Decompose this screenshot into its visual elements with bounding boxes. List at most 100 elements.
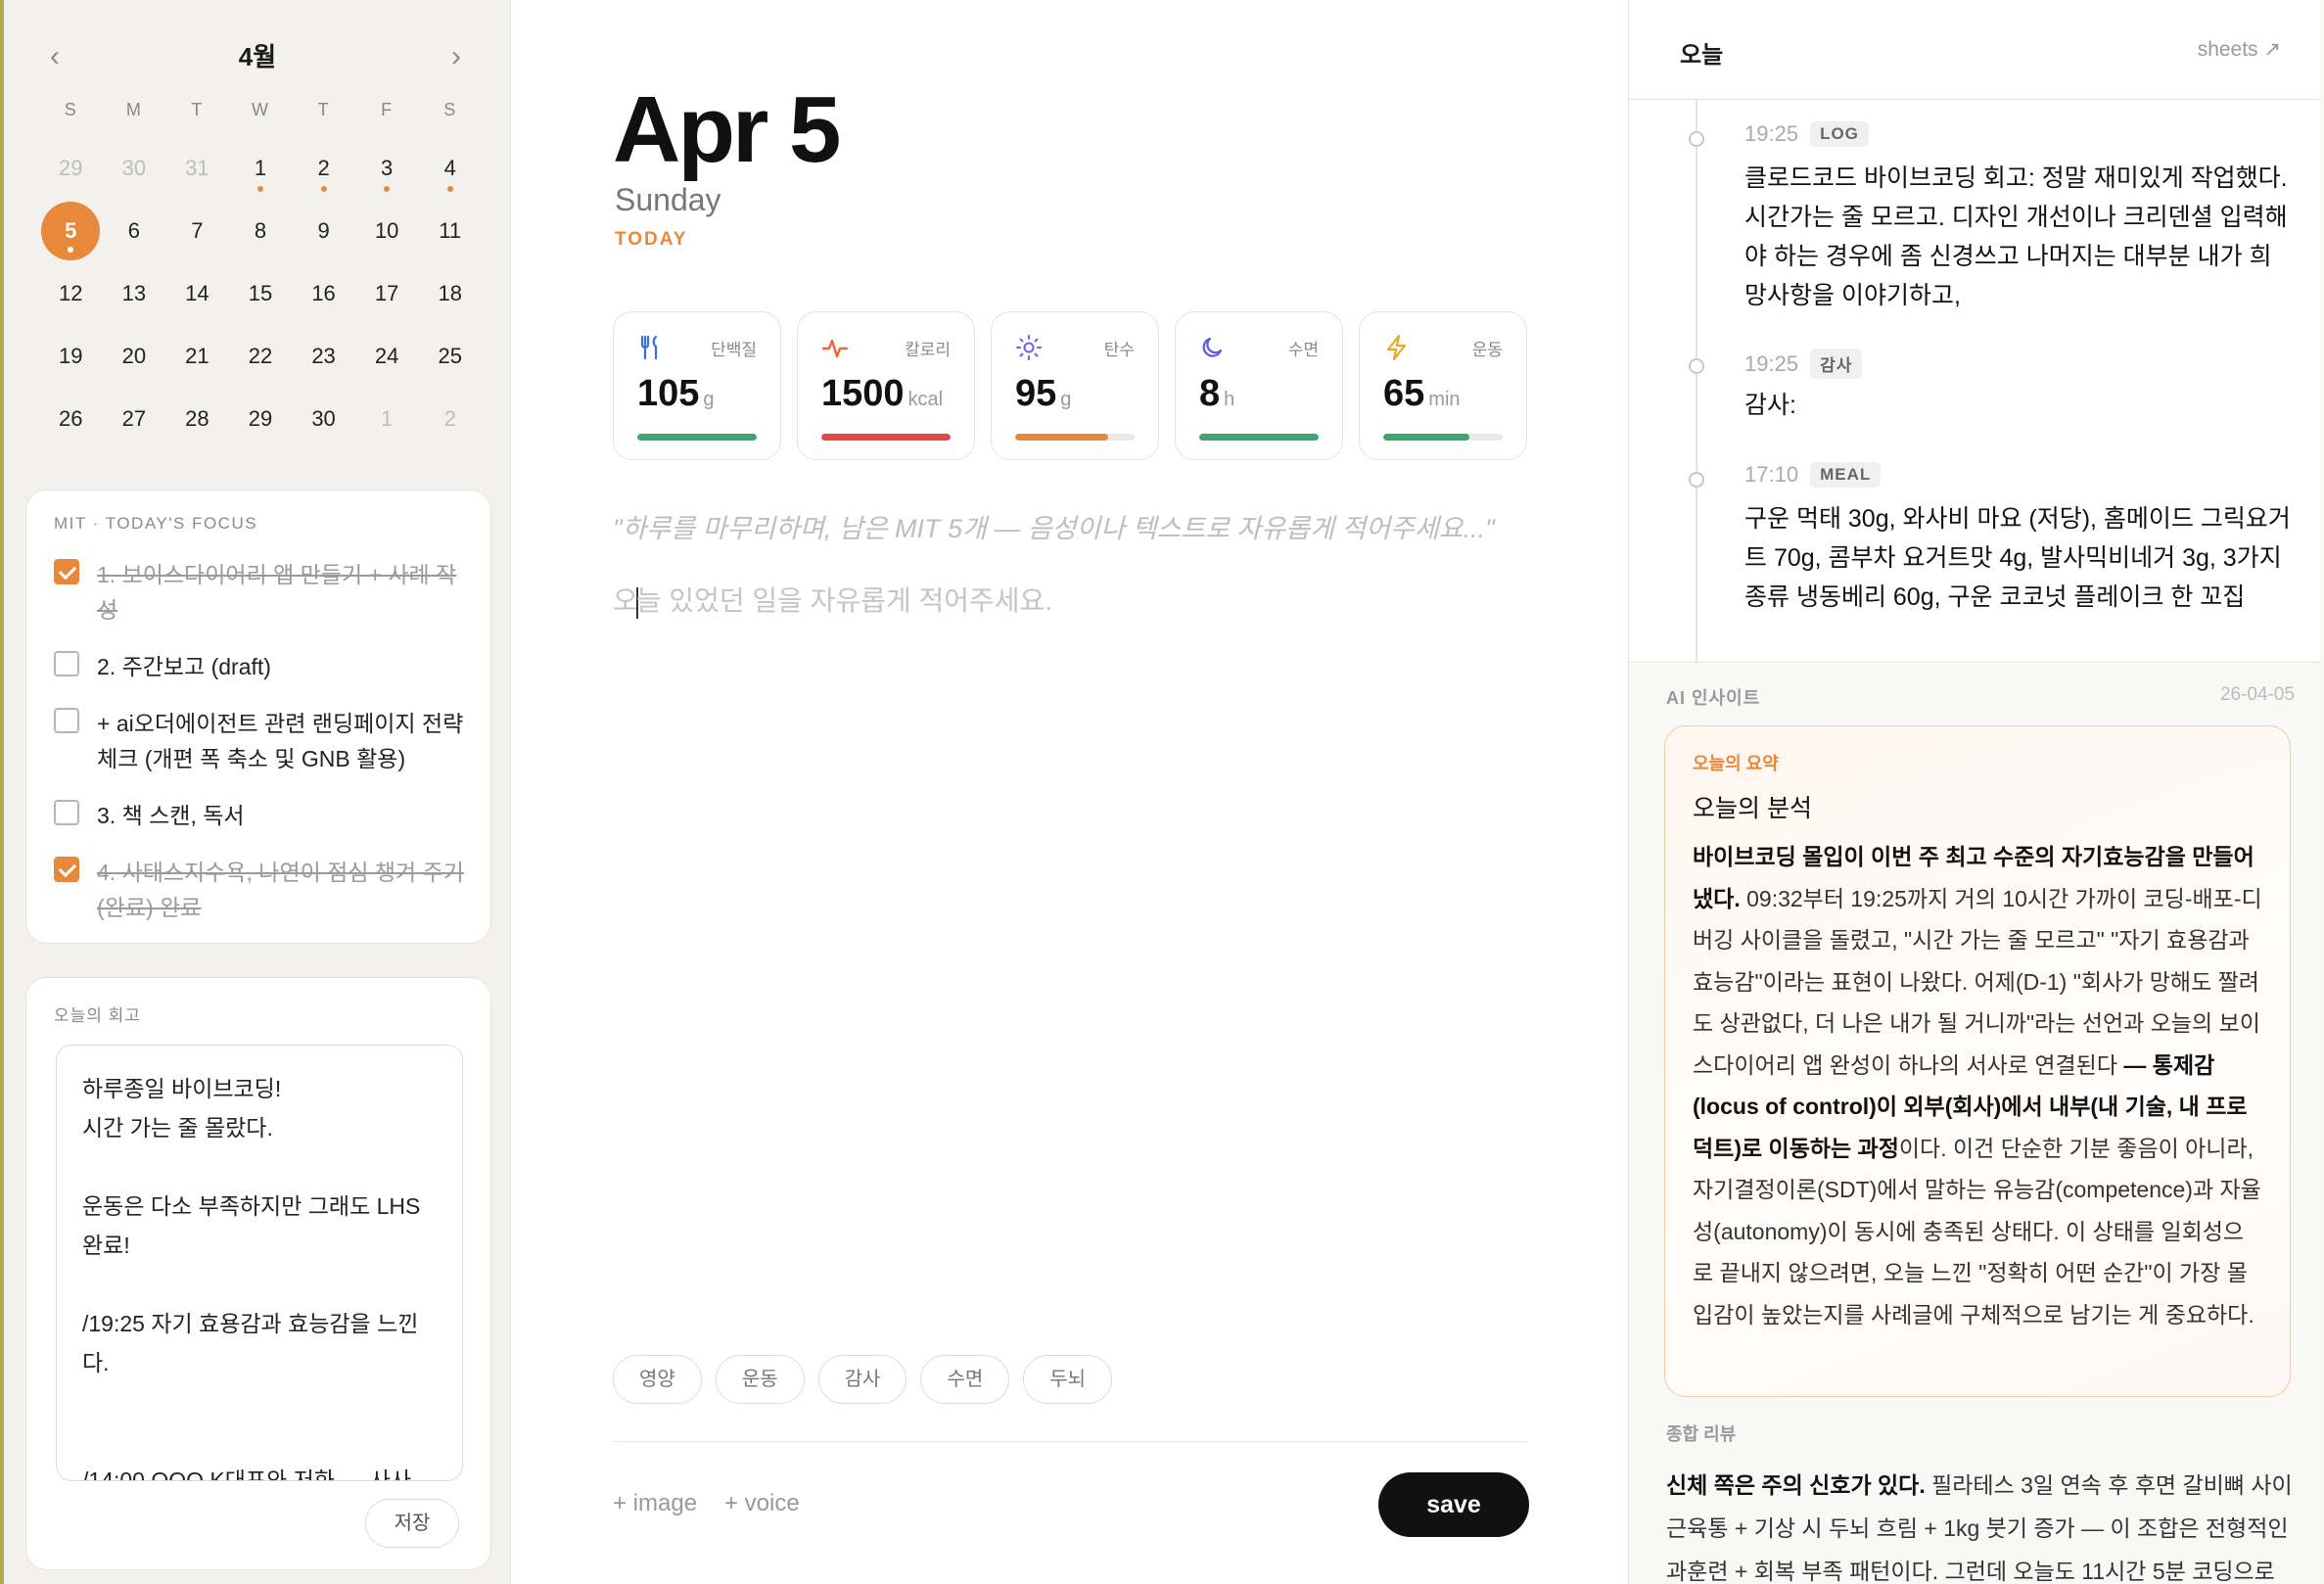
calendar-day[interactable]: 30 xyxy=(292,388,355,450)
calendar-day[interactable]: 3 xyxy=(355,137,419,200)
tag-chip[interactable]: 영양 xyxy=(613,1355,702,1404)
retro-line xyxy=(82,1265,437,1304)
stat-progress-bar xyxy=(637,434,757,441)
calendar-day[interactable]: 23 xyxy=(292,325,355,388)
calendar-day[interactable]: 29 xyxy=(229,388,293,450)
calendar-day[interactable]: 13 xyxy=(103,262,166,325)
stat-card-운동[interactable]: 운동 65 min xyxy=(1359,311,1527,460)
bolt-icon xyxy=(1383,334,1411,361)
tag-chip[interactable]: 감사 xyxy=(817,1355,907,1404)
calendar-day[interactable]: 18 xyxy=(418,262,482,325)
calendar-day[interactable]: 4 xyxy=(418,137,482,200)
stat-label: 단백질 xyxy=(711,341,757,359)
stat-progress-fill xyxy=(1199,434,1319,441)
day-number: 24 xyxy=(374,344,399,368)
stat-label: 수면 xyxy=(1287,341,1319,359)
calendar-day[interactable]: 19 xyxy=(39,325,103,388)
editor-placeholder-rest: 늘 있었던 일을 자유롭게 적어주세요. xyxy=(635,585,1053,616)
today-badge: TODAY xyxy=(615,229,688,250)
stat-card-수면[interactable]: 수면 8 h xyxy=(1175,311,1343,460)
stat-number: 65 xyxy=(1383,373,1425,414)
mit-item-text: 1. 보이스다이어리 앱 만들기 + 사례 작성 xyxy=(97,562,457,623)
day-number: 28 xyxy=(185,406,209,431)
calendar-day[interactable]: 26 xyxy=(39,388,103,450)
stat-card-칼로리[interactable]: 칼로리 1500 kcal xyxy=(797,311,975,460)
tag-chip[interactable]: 수면 xyxy=(920,1355,1010,1404)
calendar-day[interactable]: 15 xyxy=(229,262,293,325)
calendar-day[interactable]: 16 xyxy=(292,262,355,325)
calendar-day[interactable]: 27 xyxy=(103,388,166,450)
moon-icon xyxy=(1199,334,1227,361)
calendar-day[interactable]: 6 xyxy=(103,200,166,262)
review-bold-1: 신체 쪽은 주의 신호가 있다. xyxy=(1666,1472,1926,1498)
retro-save-button[interactable]: 저장 xyxy=(365,1499,459,1548)
calendar-day[interactable]: 25 xyxy=(418,325,482,388)
calendar-day[interactable]: 14 xyxy=(165,262,229,325)
mit-checkbox[interactable] xyxy=(54,559,79,584)
retro-line: 운동은 다소 부족하지만 그래도 LHS 완료! xyxy=(82,1193,421,1258)
mit-checkbox[interactable] xyxy=(54,651,79,676)
retro-textarea[interactable]: 하루종일 바이브코딩! 시간 가는 줄 몰랐다. 운동은 다소 부족하지만 그래도 … xyxy=(56,1045,463,1481)
mit-checkbox[interactable] xyxy=(54,800,79,825)
day-number: 30 xyxy=(311,406,336,431)
summary-text-2: 이다. 이건 단순한 기분 좋음이 아니라, 자기결정이론(SDT)에서 말하는… xyxy=(1693,1135,2261,1328)
mit-item-text: 2. 주간보고 (draft) xyxy=(97,654,271,679)
calendar-day-selected[interactable]: 5 xyxy=(39,200,103,262)
calendar-day[interactable]: 7 xyxy=(165,200,229,262)
calendar-day[interactable]: 1 xyxy=(355,388,419,450)
mit-item: + ai오더에이전트 관련 랜딩페이지 전략 체크 (개편 폭 축소 및 GNB… xyxy=(54,706,475,776)
calendar-day[interactable]: 22 xyxy=(229,325,293,388)
summary-text-1: 09:32부터 19:25까지 거의 10시간 가까이 코딩-배포-디버깅 사이… xyxy=(1693,885,2262,1078)
calendar-day[interactable]: 9 xyxy=(292,200,355,262)
calendar-day[interactable]: 8 xyxy=(229,200,293,262)
calendar-day[interactable]: 24 xyxy=(355,325,419,388)
mit-checkbox[interactable] xyxy=(54,857,79,882)
stat-card-탄수[interactable]: 탄수 95 g xyxy=(991,311,1159,460)
day-number: 11 xyxy=(439,218,462,243)
day-number: 12 xyxy=(59,281,83,305)
add-voice-button[interactable]: + voice xyxy=(724,1490,800,1517)
sun-icon xyxy=(1015,334,1043,361)
calendar-day[interactable]: 30 xyxy=(103,137,166,200)
calendar-day[interactable]: 20 xyxy=(103,325,166,388)
calendar-day[interactable]: 28 xyxy=(165,388,229,450)
pulse-icon xyxy=(821,334,849,361)
calendar-day[interactable]: 11 xyxy=(418,200,482,262)
save-button[interactable]: save xyxy=(1378,1472,1529,1537)
calendar-day[interactable]: 2 xyxy=(418,388,482,450)
mit-item: 3. 책 스캔, 독서 xyxy=(54,798,475,833)
day-number: 20 xyxy=(121,344,147,368)
retro-line: 시간 가는 줄 몰랐다. xyxy=(82,1115,273,1141)
sheets-link[interactable]: sheets ↗ xyxy=(2198,37,2281,62)
calendar-day[interactable]: 21 xyxy=(165,325,229,388)
day-number: 29 xyxy=(59,156,83,180)
next-month-button[interactable]: › xyxy=(437,37,476,76)
entry-dot xyxy=(256,186,263,192)
prev-month-button[interactable]: ‹ xyxy=(35,37,74,76)
stat-progress-bar xyxy=(1383,434,1503,441)
stat-progress-fill xyxy=(821,434,951,441)
journal-editor[interactable]: 오늘 있었던 일을 자유롭게 적어주세요. xyxy=(613,580,1052,619)
review-body: 신체 쪽은 주의 신호가 있다. 필라테스 3일 연속 후 후면 갈비뼈 사이 … xyxy=(1666,1464,2293,1584)
mit-checkbox[interactable] xyxy=(54,708,79,733)
day-number: 19 xyxy=(59,344,83,368)
calendar-day[interactable]: 1 xyxy=(229,137,293,200)
stat-progress-fill xyxy=(1015,434,1109,441)
calendar-day[interactable]: 31 xyxy=(165,137,229,200)
mit-label: MIT · TODAY'S FOCUS xyxy=(54,514,258,533)
stat-number: 105 xyxy=(637,373,700,414)
calendar-day[interactable]: 10 xyxy=(355,200,419,262)
add-image-button[interactable]: + image xyxy=(613,1490,697,1517)
day-number: 26 xyxy=(59,406,83,431)
tag-chip[interactable]: 운동 xyxy=(715,1355,805,1404)
tag-chip[interactable]: 두뇌 xyxy=(1023,1355,1113,1404)
day-number: 30 xyxy=(121,156,147,180)
stat-card-단백질[interactable]: 단백질 105 g xyxy=(613,311,781,460)
day-number: 21 xyxy=(185,344,209,368)
calendar-day[interactable]: 2 xyxy=(292,137,355,200)
calendar-day[interactable]: 12 xyxy=(39,262,103,325)
calendar-day[interactable]: 17 xyxy=(355,262,419,325)
calendar-day[interactable]: 29 xyxy=(39,137,103,200)
calendar-header: 4월 ‹ › xyxy=(4,37,510,76)
stat-unit: h xyxy=(1224,389,1235,410)
